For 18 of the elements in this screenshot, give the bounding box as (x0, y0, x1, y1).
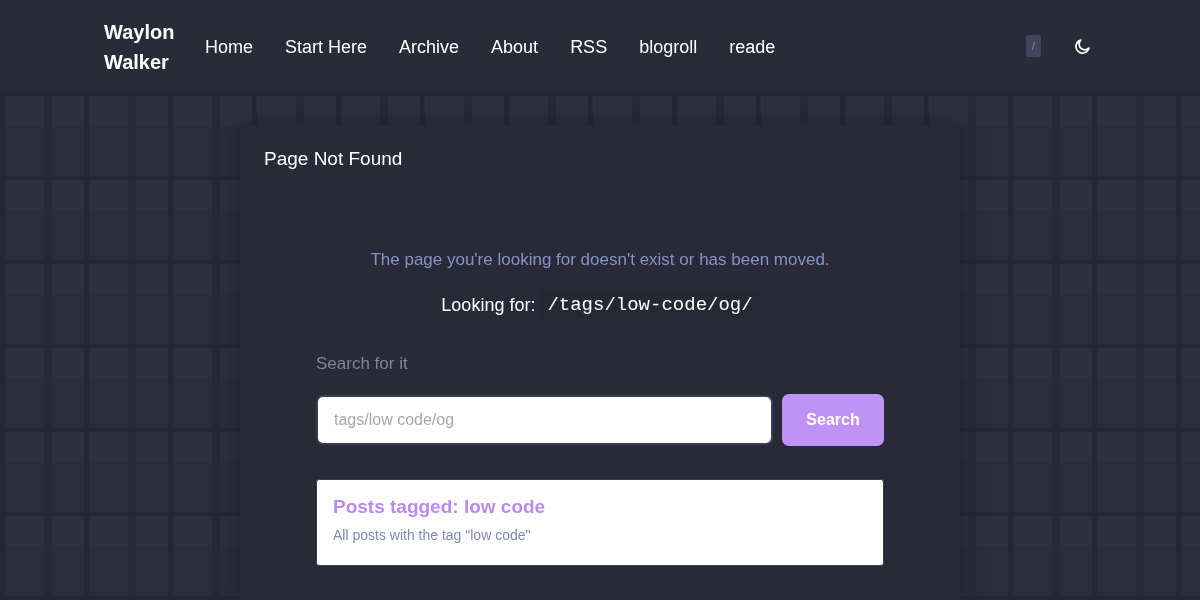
page-title: Page Not Found (264, 147, 404, 171)
nav-link[interactable]: blogroll (639, 34, 698, 59)
nav-link[interactable]: Start Here (285, 34, 368, 59)
site-logo-link[interactable]: Waylon Walker (104, 17, 178, 77)
moon-icon[interactable] (1075, 38, 1090, 54)
result-title: Posts tagged: low code (333, 495, 546, 519)
looking-for-label: Looking for: (441, 294, 536, 316)
nav-link[interactable]: Home (205, 34, 253, 59)
result-card[interactable]: Posts tagged: low code All posts with the tag "low code" (316, 479, 884, 566)
nav-link[interactable]: Archive (399, 34, 460, 59)
result-description: All posts with the tag "low code" (333, 526, 531, 544)
search-field[interactable]: tags/low code/og (316, 395, 773, 445)
search-label: Search for it (316, 353, 408, 375)
not-found-message: The page you're looking for doesn't exist or has been moved. (370, 249, 830, 271)
requested-path: /tags/low-code/og/ (541, 291, 759, 319)
nav-link[interactable]: About (491, 34, 539, 59)
nav-link[interactable]: RSS (570, 34, 608, 59)
nav-link[interactable]: reade (729, 34, 776, 59)
